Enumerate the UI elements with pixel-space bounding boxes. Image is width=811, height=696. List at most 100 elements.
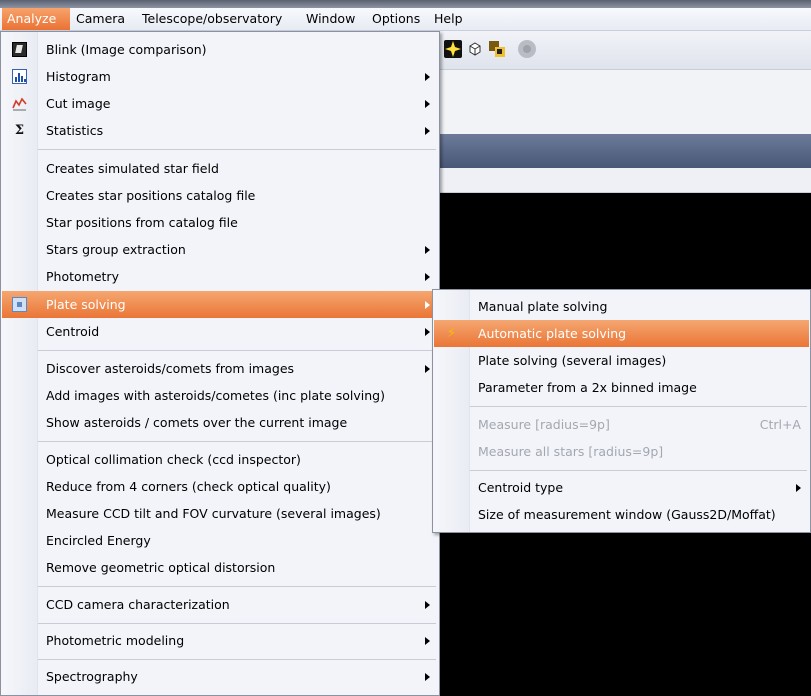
cube-tool-icon[interactable] (466, 40, 484, 58)
window-top-strip (0, 0, 811, 8)
menu-options[interactable]: Options (367, 8, 429, 30)
app-window: Analyze Camera Telescope/observatory Win… (0, 0, 811, 696)
menu-item-simulated-star-field[interactable]: Creates simulated star field (2, 155, 438, 182)
menu-item-ccd-characterization[interactable]: CCD camera characterization (2, 591, 438, 618)
submenu-arrow-icon (796, 484, 801, 492)
menu-separator (470, 470, 807, 471)
toolbar (436, 31, 811, 70)
menu-item-star-positions-catalog-file[interactable]: Creates star positions catalog file (2, 182, 438, 209)
submenu-arrow-icon (425, 246, 430, 254)
menu-item-label: Automatic plate solving (478, 326, 627, 341)
menu-help[interactable]: Help (429, 8, 471, 30)
menu-item-label: Star positions from catalog file (46, 215, 238, 230)
menu-item-label: Measure CCD tilt and FOV curvature (seve… (46, 506, 381, 521)
menu-item-label: Photometry (46, 269, 119, 284)
menu-item-show-asteroids[interactable]: Show asteroids / comets over the current… (2, 409, 438, 436)
menu-item-label: Spectrography (46, 669, 138, 684)
menu-item-photometric-modeling[interactable]: Photometric modeling (2, 627, 438, 654)
menu-item-label: Manual plate solving (478, 299, 608, 314)
submenu-item-automatic-plate-solving[interactable]: ⚡ Automatic plate solving (434, 320, 809, 347)
menu-item-centroid[interactable]: Centroid (2, 318, 438, 345)
menu-camera[interactable]: Camera (71, 8, 136, 30)
menu-item-label: Statistics (46, 123, 104, 138)
menu-item-label: CCD camera characterization (46, 597, 230, 612)
menu-item-measure-ccd-tilt[interactable]: Measure CCD tilt and FOV curvature (seve… (2, 500, 438, 527)
menu-item-label: Histogram (46, 69, 111, 84)
plate-solving-submenu: Manual plate solving ⚡ Automatic plate s… (432, 289, 811, 533)
star-tool-icon[interactable] (444, 40, 462, 58)
menu-item-add-images-asteroids[interactable]: Add images with asteroids/cometes (inc p… (2, 382, 438, 409)
menu-item-label: Centroid (46, 324, 100, 339)
submenu-arrow-icon (425, 100, 430, 108)
menu-separator (38, 586, 436, 587)
mosaic-tool-icon[interactable] (488, 40, 506, 58)
menu-telescope[interactable]: Telescope/observatory (137, 8, 300, 30)
menu-item-label: Measure [radius=9p] (478, 417, 610, 432)
blink-icon (12, 42, 27, 57)
submenu-arrow-icon (425, 127, 430, 135)
menu-item-label: Measure all stars [radius=9p] (478, 444, 664, 459)
submenu-arrow-icon (425, 637, 430, 645)
menu-item-label: Creates star positions catalog file (46, 188, 256, 203)
menubar: Analyze Camera Telescope/observatory Win… (0, 8, 811, 31)
panel-area (436, 70, 811, 134)
menu-item-label: Optical collimation check (ccd inspector… (46, 452, 301, 467)
submenu-item-measure: Measure [radius=9p] Ctrl+A (434, 411, 809, 438)
menu-separator (38, 149, 436, 150)
menu-item-encircled-energy[interactable]: Encircled Energy (2, 527, 438, 554)
menu-item-label: Size of measurement window (Gauss2D/Moff… (478, 507, 776, 522)
menu-item-star-positions-from-catalog[interactable]: Star positions from catalog file (2, 209, 438, 236)
menu-item-label: Remove geometric optical distorsion (46, 560, 276, 575)
menu-item-histogram[interactable]: Histogram (2, 63, 438, 90)
submenu-item-manual-plate-solving[interactable]: Manual plate solving (434, 293, 809, 320)
submenu-arrow-icon (425, 601, 430, 609)
submenu-arrow-icon (425, 301, 430, 309)
submenu-item-centroid-type[interactable]: Centroid type (434, 474, 809, 501)
menu-item-optical-collimation[interactable]: Optical collimation check (ccd inspector… (2, 446, 438, 473)
menu-item-label: Blink (Image comparison) (46, 42, 207, 57)
menu-separator (38, 350, 436, 351)
menu-item-label: Cut image (46, 96, 111, 111)
menu-item-spectrography[interactable]: Spectrography (2, 663, 438, 690)
menu-separator (470, 406, 807, 407)
menu-separator (38, 623, 436, 624)
menu-analyze[interactable]: Analyze (2, 8, 70, 30)
submenu-arrow-icon (425, 73, 430, 81)
menu-item-remove-distorsion[interactable]: Remove geometric optical distorsion (2, 554, 438, 581)
menu-item-stars-group-extraction[interactable]: Stars group extraction (2, 236, 438, 263)
submenu-item-window-size[interactable]: Size of measurement window (Gauss2D/Moff… (434, 501, 809, 528)
menu-item-reduce-4-corners[interactable]: Reduce from 4 corners (check optical qua… (2, 473, 438, 500)
menu-item-statistics[interactable]: Σ Statistics (2, 117, 438, 144)
lightning-icon: ⚡ (446, 326, 457, 341)
menu-separator (38, 441, 436, 442)
menu-item-label: Parameter from a 2x binned image (478, 380, 697, 395)
submenu-item-binned-image[interactable]: Parameter from a 2x binned image (434, 374, 809, 401)
menu-item-label: Encircled Energy (46, 533, 151, 548)
menu-item-photometry[interactable]: Photometry (2, 263, 438, 290)
plate-solving-icon (12, 297, 27, 312)
menu-item-label: Plate solving (46, 297, 126, 312)
menu-item-label: Plate solving (several images) (478, 353, 667, 368)
menu-item-label: Centroid type (478, 480, 564, 495)
histogram-icon (12, 69, 27, 84)
menu-window[interactable]: Window (301, 8, 366, 30)
menu-item-label: Show asteroids / comets over the current… (46, 415, 348, 430)
menu-item-discover-asteroids[interactable]: Discover asteroids/comets from images (2, 355, 438, 382)
image-window-header (436, 168, 811, 193)
submenu-arrow-icon (425, 328, 430, 336)
submenu-item-plate-solving-several[interactable]: Plate solving (several images) (434, 347, 809, 374)
shortcut-label: Ctrl+A (759, 417, 801, 432)
menu-item-blink[interactable]: Blink (Image comparison) (2, 36, 438, 63)
menu-item-label: Reduce from 4 corners (check optical qua… (46, 479, 331, 494)
cut-graph-icon (12, 96, 27, 111)
sigma-icon: Σ (14, 123, 25, 138)
gear-tool-icon[interactable] (516, 38, 538, 60)
menu-item-cut-image[interactable]: Cut image (2, 90, 438, 117)
submenu-arrow-icon (425, 365, 430, 373)
submenu-item-measure-all-stars: Measure all stars [radius=9p] (434, 438, 809, 465)
analyze-menu: Blink (Image comparison) Histogram Cut i… (0, 31, 440, 696)
menu-item-label: Photometric modeling (46, 633, 185, 648)
menu-item-plate-solving[interactable]: Plate solving (2, 291, 438, 318)
menu-separator (38, 659, 436, 660)
submenu-arrow-icon (425, 673, 430, 681)
